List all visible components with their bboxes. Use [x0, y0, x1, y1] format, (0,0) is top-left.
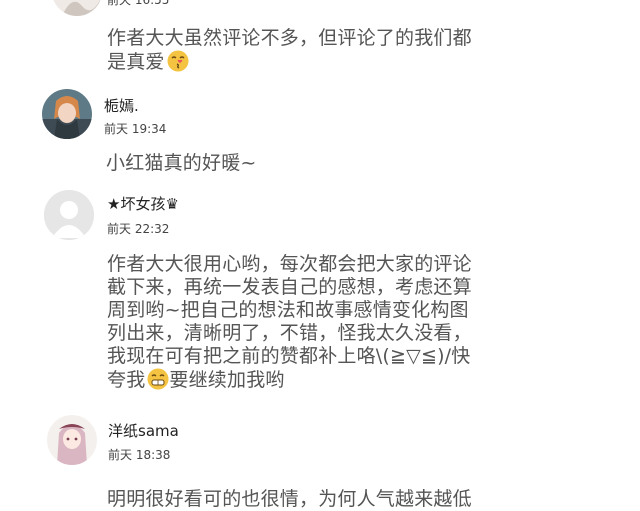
comment-item: 洋纸sama 前天 18:38 明明很好看可的也很情，为何人气越来越低: [0, 410, 640, 510]
comment-body-line: 是真爱: [107, 50, 527, 74]
grin-emoji-icon: [147, 368, 169, 390]
avatar[interactable]: [44, 190, 94, 240]
comment-item: 栀嫣. 前天 19:34 小红猫真的好暖~: [0, 87, 640, 187]
comment-body-text: 夸我: [107, 369, 146, 391]
comment-body-line: 截下来，再统一发表自己的感想，考虑还算: [107, 276, 472, 298]
comment-time: 前天 18:38: [108, 448, 171, 462]
comment-body-text: 要继续加我哟: [169, 369, 285, 391]
comment-body: 作者大大很用心哟，每次都会把大家的评论 截下来，再统一发表自己的感想，考虑还算 …: [107, 253, 547, 392]
comment-author[interactable]: 洋纸sama: [108, 420, 179, 441]
comment-body: 小红猫真的好暖~: [106, 152, 257, 174]
comment-time: 前天 19:34: [104, 122, 167, 136]
comment-body-line: 夸我 要继续加我哟: [107, 368, 547, 392]
kiss-emoji-icon: [167, 50, 189, 72]
comment-body-line: 列出来，清晰明了，不错，怪我太久没看，: [107, 322, 472, 344]
comment-body: 作者大大虽然评论不多，但评论了的我们都 是真爱: [107, 27, 527, 74]
avatar[interactable]: [52, 0, 102, 16]
comment-body-line: 作者大大很用心哟，每次都会把大家的评论: [107, 253, 472, 275]
avatar[interactable]: [42, 89, 92, 139]
comment-item: 前天 16:55 作者大大虽然评论不多，但评论了的我们都 是真爱: [0, 0, 640, 95]
comment-body-line: 作者大大虽然评论不多，但评论了的我们都: [107, 27, 472, 49]
comment-body-line: 我现在可有把之前的赞都补上咯\(≧▽≦)/快: [107, 345, 471, 367]
comment-author[interactable]: 栀嫣.: [104, 95, 139, 116]
comment-body-text: 是真爱: [107, 51, 165, 73]
comment-item: ★坏女孩♛ 前天 22:32 作者大大很用心哟，每次都会把大家的评论 截下来，再…: [0, 187, 640, 407]
comment-time: 前天 16:55: [107, 0, 170, 7]
avatar[interactable]: [47, 415, 97, 465]
comment-body-line: 周到哟~把自己的想法和故事感情变化构图: [107, 299, 469, 321]
comment-time: 前天 22:32: [107, 222, 170, 236]
comment-author[interactable]: ★坏女孩♛: [107, 193, 179, 214]
